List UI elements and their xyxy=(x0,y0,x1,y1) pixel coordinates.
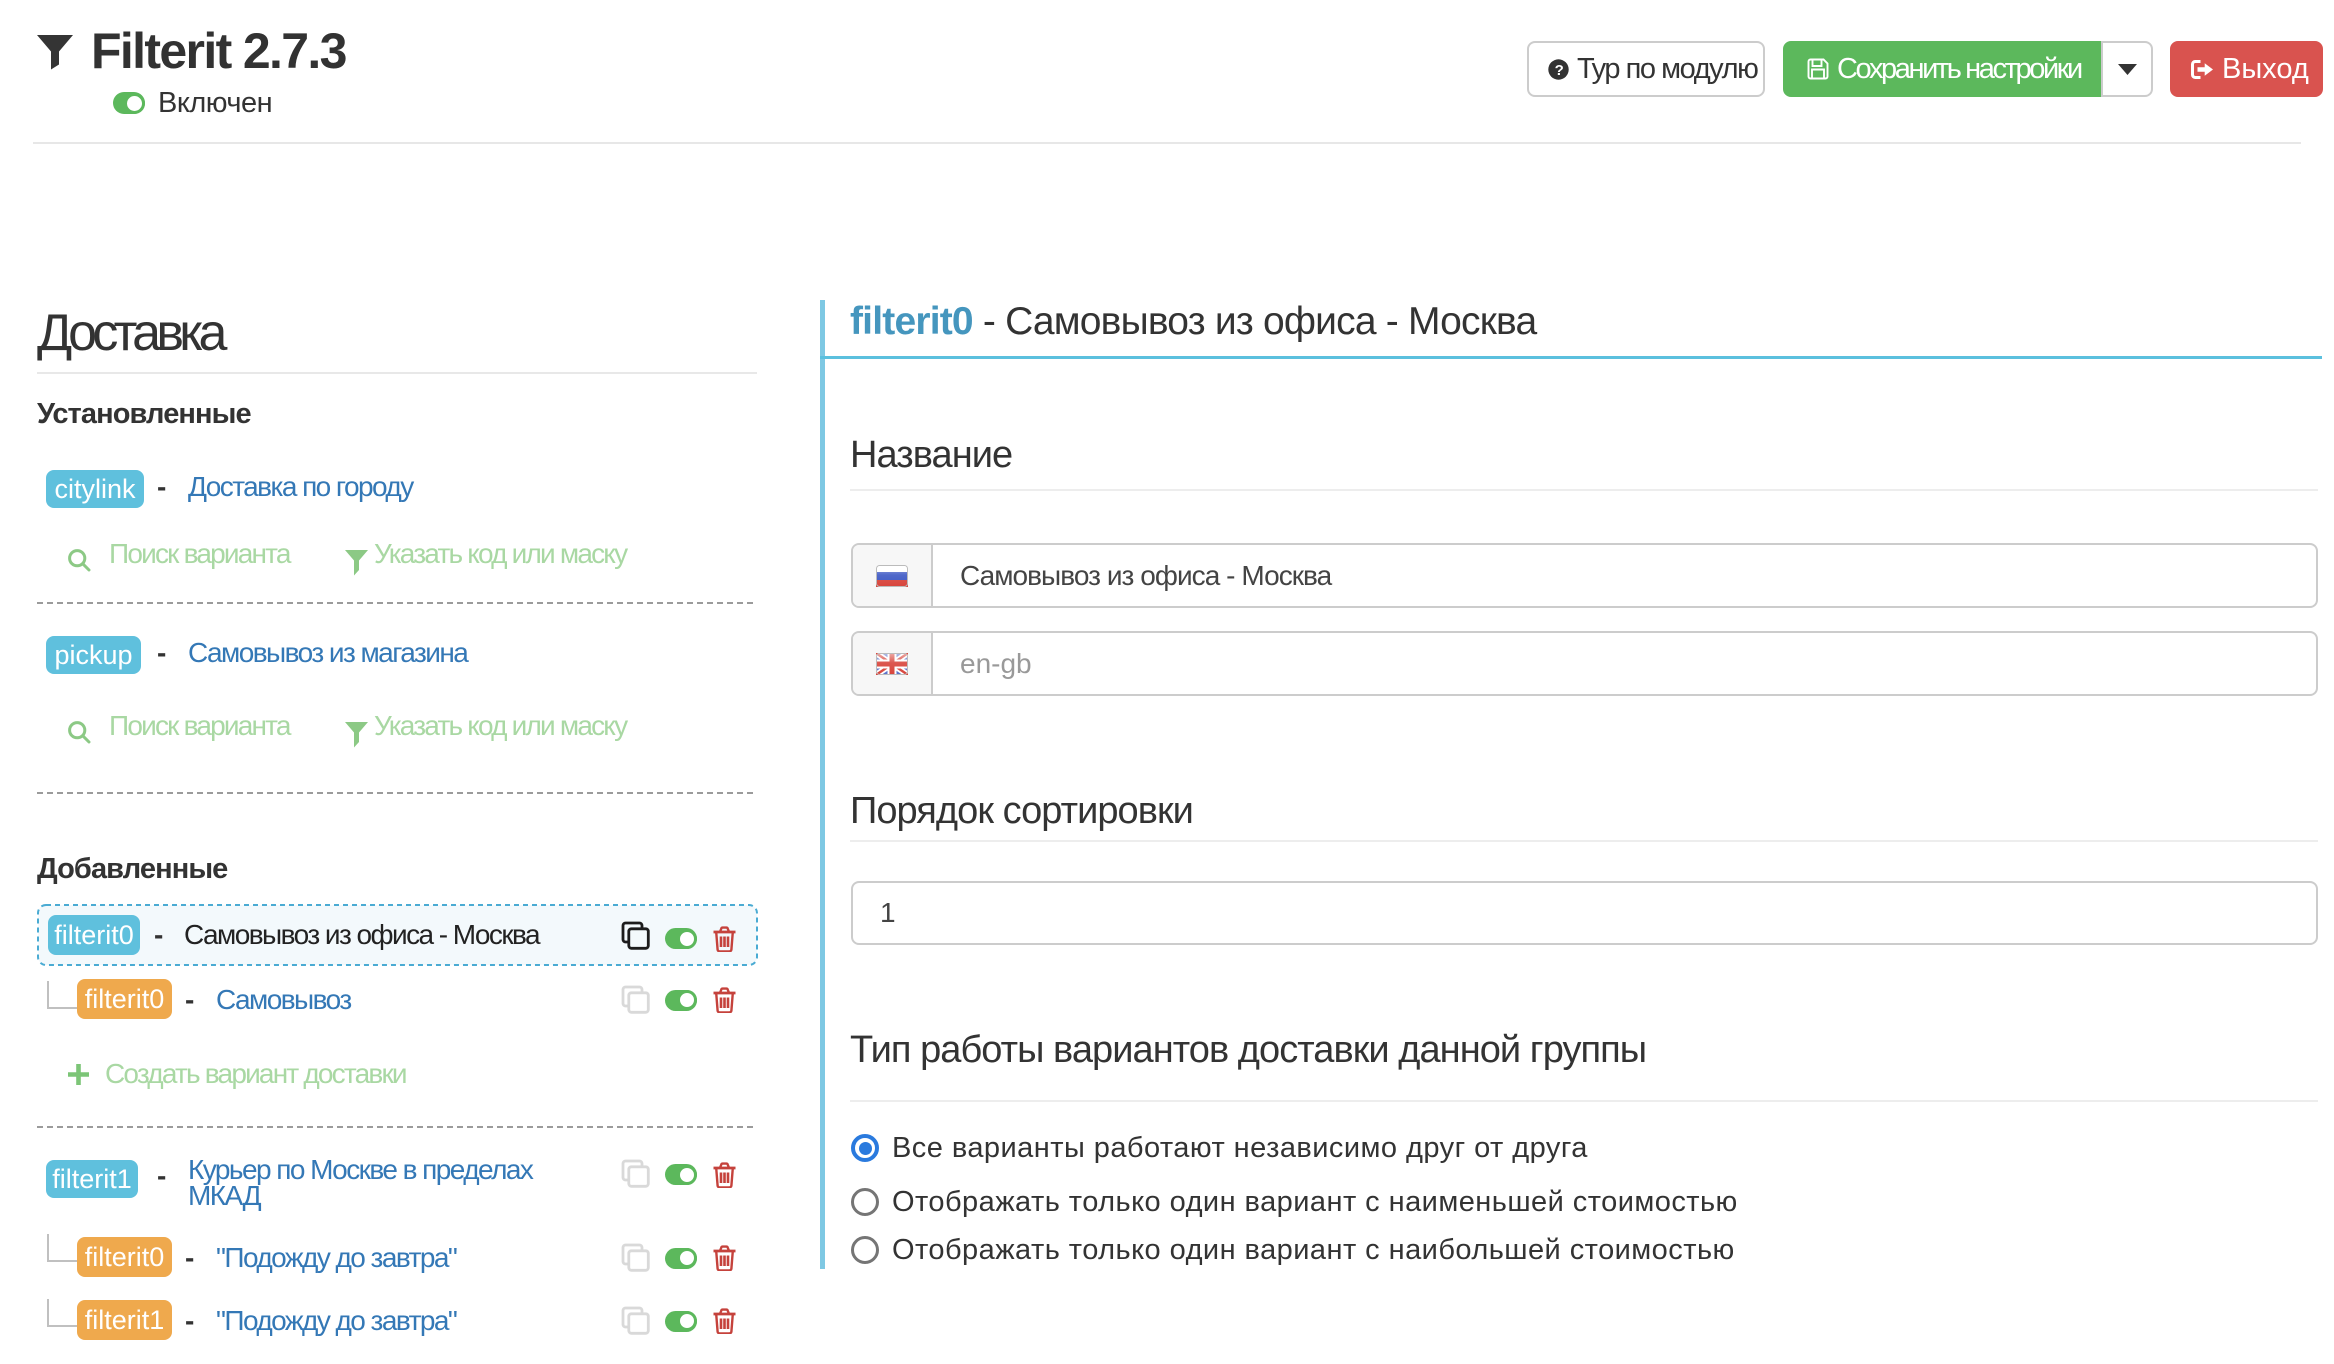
svg-text:?: ? xyxy=(1555,62,1564,79)
